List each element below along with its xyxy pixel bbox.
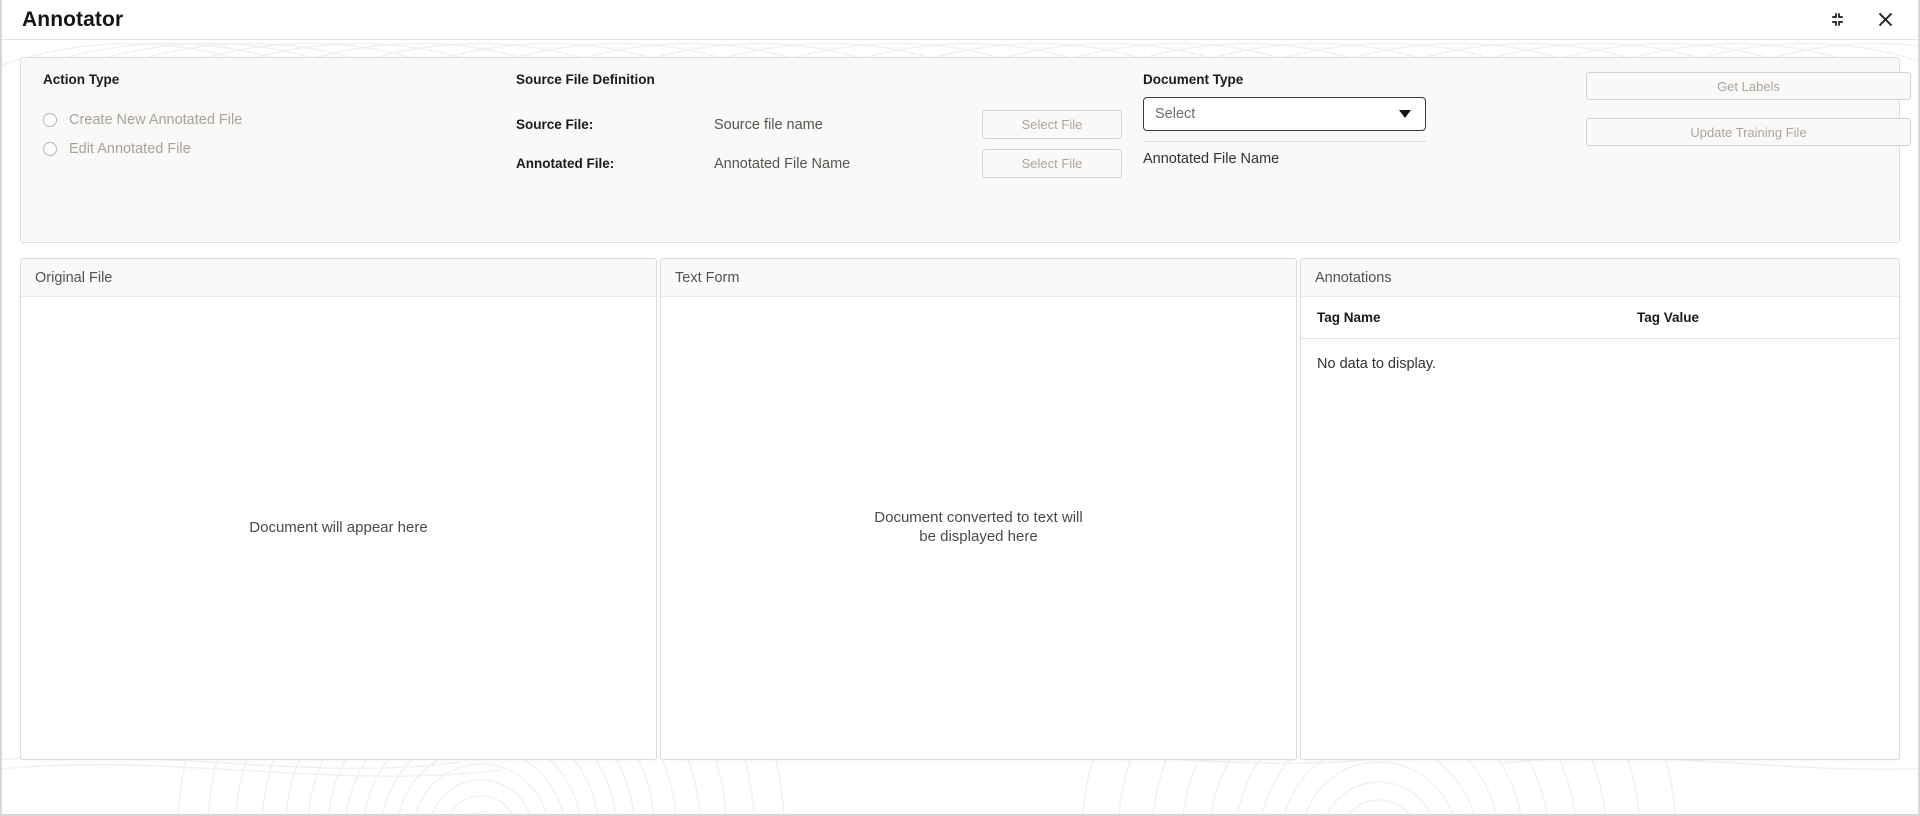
action-type-group: Action Type Create New Annotated File Ed… [43, 72, 413, 163]
text-form-placeholder: Document converted to text will be displ… [874, 509, 1082, 547]
radio-create-new-annotated-file[interactable]: Create New Annotated File [43, 105, 413, 134]
text-form-placeholder-line1: Document converted to text will [874, 509, 1083, 527]
annotated-file-row: Annotated File: Annotated File Name Sele… [516, 144, 1136, 183]
annotations-table-header: Tag Name Tag Value [1301, 297, 1899, 339]
source-file-row: Source File: Source file name Select Fil… [516, 105, 1136, 144]
select-annotated-file-button[interactable]: Select File [982, 149, 1122, 178]
text-form-panel: Text Form Document converted to text wil… [660, 258, 1297, 760]
radio-label: Edit Annotated File [69, 140, 191, 157]
annotator-window: Annotator Action Type Create New Annotat… [0, 0, 1920, 816]
update-training-file-button[interactable]: Update Training File [1586, 118, 1911, 146]
action-type-label: Action Type [43, 72, 120, 87]
text-form-placeholder-line2: be displayed here [919, 528, 1038, 545]
text-form-panel-title: Text Form [661, 259, 1296, 297]
document-type-select[interactable]: Select [1143, 97, 1426, 131]
annotated-file-label: Annotated File: [516, 156, 615, 171]
original-file-placeholder: Document will appear here [249, 518, 428, 536]
annotations-table: Tag Name Tag Value No data to display. [1301, 297, 1899, 759]
form-actions-group: Get Labels Update Training File [1586, 72, 1911, 146]
collapse-corners-icon[interactable] [1824, 7, 1850, 33]
close-x-icon[interactable] [1872, 7, 1898, 33]
annotator-form-card: Action Type Create New Annotated File Ed… [20, 57, 1911, 243]
chevron-down-icon [1399, 110, 1411, 118]
original-file-panel: Original File Document will appear here [20, 258, 657, 760]
radio-icon [43, 112, 57, 127]
column-header-tag-value[interactable]: Tag Value [1637, 310, 1883, 325]
page-title: Annotator [22, 7, 124, 31]
original-file-panel-body: Document will appear here [21, 297, 656, 759]
source-file-definition-group: Source File Definition Source File: Sour… [516, 72, 1136, 183]
annotated-file-value: Annotated File Name [714, 155, 851, 172]
text-form-panel-body: Document converted to text will be displ… [661, 297, 1296, 759]
document-type-group: Document Type Select Annotated File Name [1143, 72, 1503, 167]
button-spacer [1586, 100, 1911, 118]
window-titlebar: Annotator [2, 0, 1918, 40]
window-controls [1824, 7, 1898, 33]
main-content: Action Type Create New Annotated File Ed… [2, 40, 1918, 814]
radio-edit-annotated-file[interactable]: Edit Annotated File [43, 134, 413, 163]
document-type-label: Document Type [1143, 72, 1244, 87]
annotations-panel-title: Annotations [1301, 259, 1899, 297]
radio-icon [43, 141, 57, 156]
column-header-tag-name[interactable]: Tag Name [1317, 310, 1637, 325]
get-labels-button[interactable]: Get Labels [1586, 72, 1911, 100]
radio-label: Create New Annotated File [69, 111, 243, 128]
panels-row: Original File Document will appear here … [20, 258, 1900, 814]
annotated-file-name-field[interactable]: Annotated File Name [1143, 141, 1426, 167]
annotations-empty-message: No data to display. [1317, 356, 1437, 372]
source-file-label: Source File: [516, 117, 594, 132]
original-file-panel-title: Original File [21, 259, 656, 297]
document-type-select-value: Select [1155, 106, 1196, 122]
source-file-definition-label: Source File Definition [516, 72, 655, 87]
source-file-value: Source file name [714, 116, 823, 133]
select-source-file-button[interactable]: Select File [982, 110, 1122, 139]
annotations-panel: Annotations Tag Name Tag Value No data t… [1300, 258, 1900, 760]
